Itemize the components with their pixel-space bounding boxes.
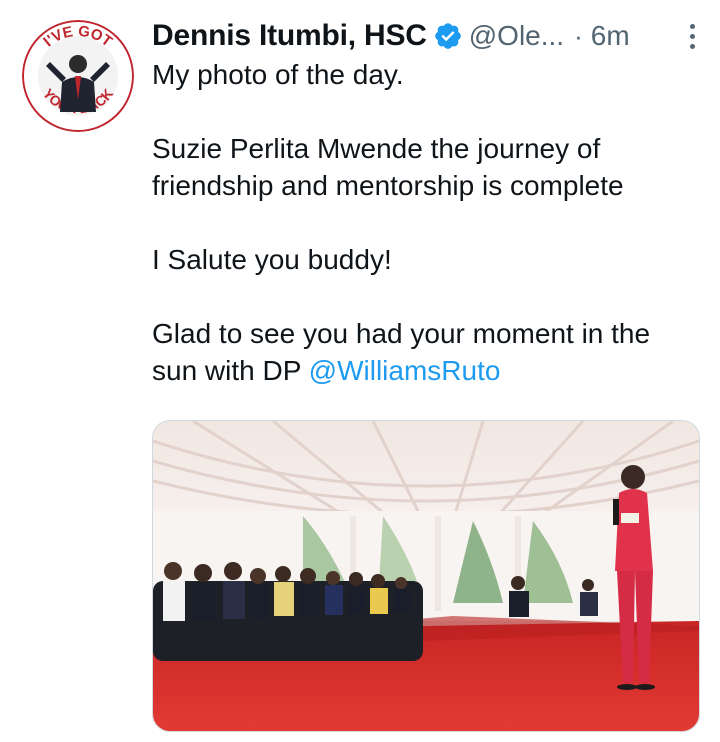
tweet-paragraph: I Salute you buddy!: [152, 244, 392, 275]
tweet-header: Dennis Itumbi, HSC @Ole... · 6m: [152, 14, 704, 58]
more-options-icon[interactable]: [680, 16, 704, 56]
tweet-photo[interactable]: [152, 420, 700, 732]
display-name[interactable]: Dennis Itumbi, HSC: [152, 19, 427, 53]
profile-photo: I'VE GOT YOUR BACK: [22, 20, 134, 132]
event-photo: [153, 421, 699, 731]
avatar[interactable]: I'VE GOT YOUR BACK: [22, 20, 134, 132]
mention-link[interactable]: @WilliamsRuto: [309, 355, 501, 386]
tweet-text: My photo of the day. Suzie Perlita Mwend…: [152, 56, 702, 426]
tweet-paragraph-last: Glad to see you had your moment in the s…: [152, 315, 702, 389]
tweet-paragraph: Suzie Perlita Mwende the journey of frie…: [152, 133, 624, 201]
timestamp[interactable]: 6m: [591, 20, 630, 52]
separator-dot: ·: [574, 20, 583, 51]
tweet-paragraph: My photo of the day.: [152, 59, 404, 90]
verified-badge-icon: [433, 21, 463, 51]
handle[interactable]: @Ole...: [469, 20, 564, 52]
